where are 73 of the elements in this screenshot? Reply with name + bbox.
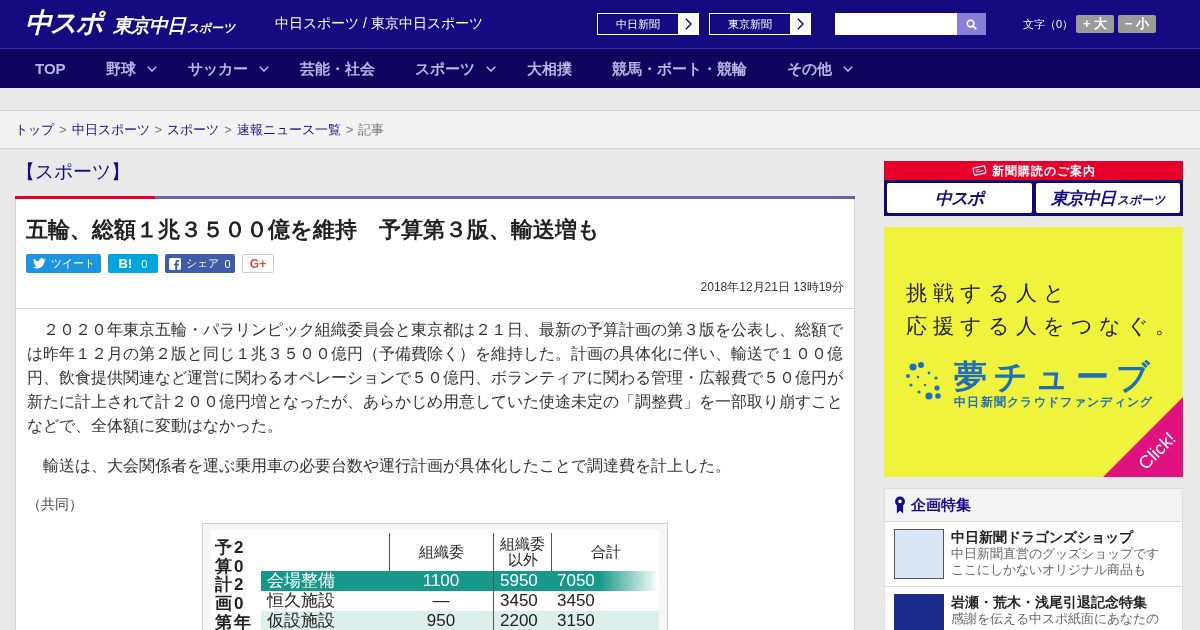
row-label: 会場整備	[266, 571, 336, 591]
bird-icon	[32, 258, 46, 269]
article-date: 2018年12月21日 13時19分	[699, 279, 844, 295]
thumbnail-image	[894, 529, 944, 579]
breadcrumb-separator: >	[224, 122, 232, 137]
chevron-down-icon	[485, 65, 496, 72]
feature-item[interactable]: 中日新聞ドラゴンズショップ 中日新聞直営のグッズショップです ここにしかないオリジナル商品も	[885, 522, 1182, 587]
chevron-right-icon	[796, 18, 804, 30]
table-cell-text: 7050	[556, 571, 596, 591]
breadcrumb-separator: >	[154, 122, 163, 137]
ad-slogan: 応援する人をつなぐ。	[906, 313, 1183, 340]
row-label: 仮設施設	[266, 611, 336, 630]
thumbnail-image	[894, 594, 944, 630]
newspaper-icon	[971, 165, 987, 176]
breadcrumb-current: 記事	[358, 120, 385, 139]
award-ribbon-icon	[894, 496, 906, 514]
category-heading: 【スポーツ】	[16, 160, 131, 184]
article-paragraph: ２０２０年東京五輪・パラリンピック組織委員会と東京都は２１日、最新の予算計画の第３版を公表し、総額では昨年１２月の第２版と同じ１兆３５００億円（予備費除く）を維持した。計画の具体化に伴い、輸送で１００億円、飲食提供関連など運営に関わるオペレーションで５０億円、ボランティアに関わる管理・広報費で５０億円が新たに計上されて計２００億円増となったが、あらかじめ用意していた使途未定の「調整費」を一部取り崩すことなどで、全体額に変動はなかった。	[27, 320, 843, 436]
nav-item[interactable]: サッカー	[167, 58, 280, 79]
nav-item[interactable]: TOP	[15, 58, 86, 79]
breadcrumb-link[interactable]: 中日スポーツ	[71, 120, 150, 139]
ad-slogan: 挑戦する人と	[906, 280, 1072, 307]
share-button[interactable]: シェア 0	[165, 254, 235, 273]
panel-title: 企画特集	[911, 495, 971, 515]
nav-item[interactable]: 大相撲	[506, 58, 592, 79]
chevron-down-icon	[842, 65, 853, 72]
paper-button[interactable]: 中スポ	[887, 183, 1032, 213]
breadcrumb-separator: >	[59, 122, 67, 137]
f-logo-icon	[169, 257, 182, 270]
search-button[interactable]	[957, 13, 986, 35]
chevron-down-icon	[146, 65, 157, 72]
figure-title: 予算計画第	[215, 539, 232, 630]
feature-title: 岩瀬・荒木・浅尾引退記念特集	[951, 594, 1148, 611]
nav-item[interactable]: その他	[766, 58, 864, 79]
banner-title: 新聞購読のご案内	[991, 163, 1096, 178]
newspaper-link[interactable]: 中日新聞	[597, 13, 699, 35]
paper-button[interactable]: 東京中日スポーツ	[1035, 183, 1180, 213]
row-label: 恒久施設	[265, 591, 336, 611]
breadcrumb-link[interactable]: スポーツ	[167, 120, 220, 139]
table-cell-text: 950	[425, 611, 457, 630]
breadcrumb-link[interactable]: トップ	[15, 120, 54, 139]
article-credit: （共同）	[27, 495, 84, 514]
nav-item[interactable]: スポーツ	[394, 58, 507, 79]
search-field[interactable]	[835, 13, 957, 35]
article-paragraph: 輸送は、大会関係者を運ぶ乗用車の必要台数や運行計画が具体化したことで調達費を計上した。	[42, 456, 732, 476]
ad-tagline: 中日新聞クラウドファンディング	[954, 395, 1155, 409]
table-cell-text: 3450	[556, 591, 596, 611]
nav-item[interactable]: 競馬・ボート・競輪	[591, 58, 767, 79]
table-cell-text: —	[431, 591, 451, 611]
breadcrumb-separator: >	[345, 122, 354, 137]
article-title: 五輪、総額１兆３５００億を維持 予算第３版、輸送増も	[26, 216, 601, 244]
figure-title: 2020年	[234, 539, 251, 630]
feature-description: 感謝を伝える中スポ紙面にあなたの	[951, 611, 1159, 627]
site-logo[interactable]: 東京中日スポーツ	[113, 14, 235, 40]
table-cell: 2200	[493, 611, 551, 630]
newspaper-link[interactable]: 東京新聞	[709, 13, 811, 35]
feature-title: 中日新聞ドラゴンズショップ	[951, 529, 1135, 546]
feature-description: ここにしかないオリジナル商品も	[951, 562, 1147, 578]
feature-description: 中日新聞直営のグッズショップです	[951, 546, 1159, 562]
chevron-right-icon	[684, 18, 692, 30]
search-icon	[966, 18, 977, 30]
font-size-label: 文字（0）	[1023, 16, 1075, 32]
table-cell: 5950	[493, 571, 551, 591]
nav-item[interactable]: 芸能・社会	[279, 58, 395, 79]
table-cell-text: 1100	[421, 571, 461, 591]
site-names: 中日スポーツ / 東京中日スポーツ	[275, 15, 484, 33]
chevron-down-icon	[258, 65, 269, 72]
plus-one-button[interactable]: G+	[242, 254, 274, 273]
feature-item[interactable]: 岩瀬・荒木・浅尾引退記念特集 感謝を伝える中スポ紙面にあなたの	[885, 587, 1182, 630]
ad-brand: 夢チューブ	[954, 359, 1157, 395]
nav-item[interactable]: 野球	[85, 58, 168, 79]
breadcrumb-link[interactable]: 速報ニュース一覧	[236, 120, 341, 139]
table-cell-text: 3150	[556, 611, 596, 630]
